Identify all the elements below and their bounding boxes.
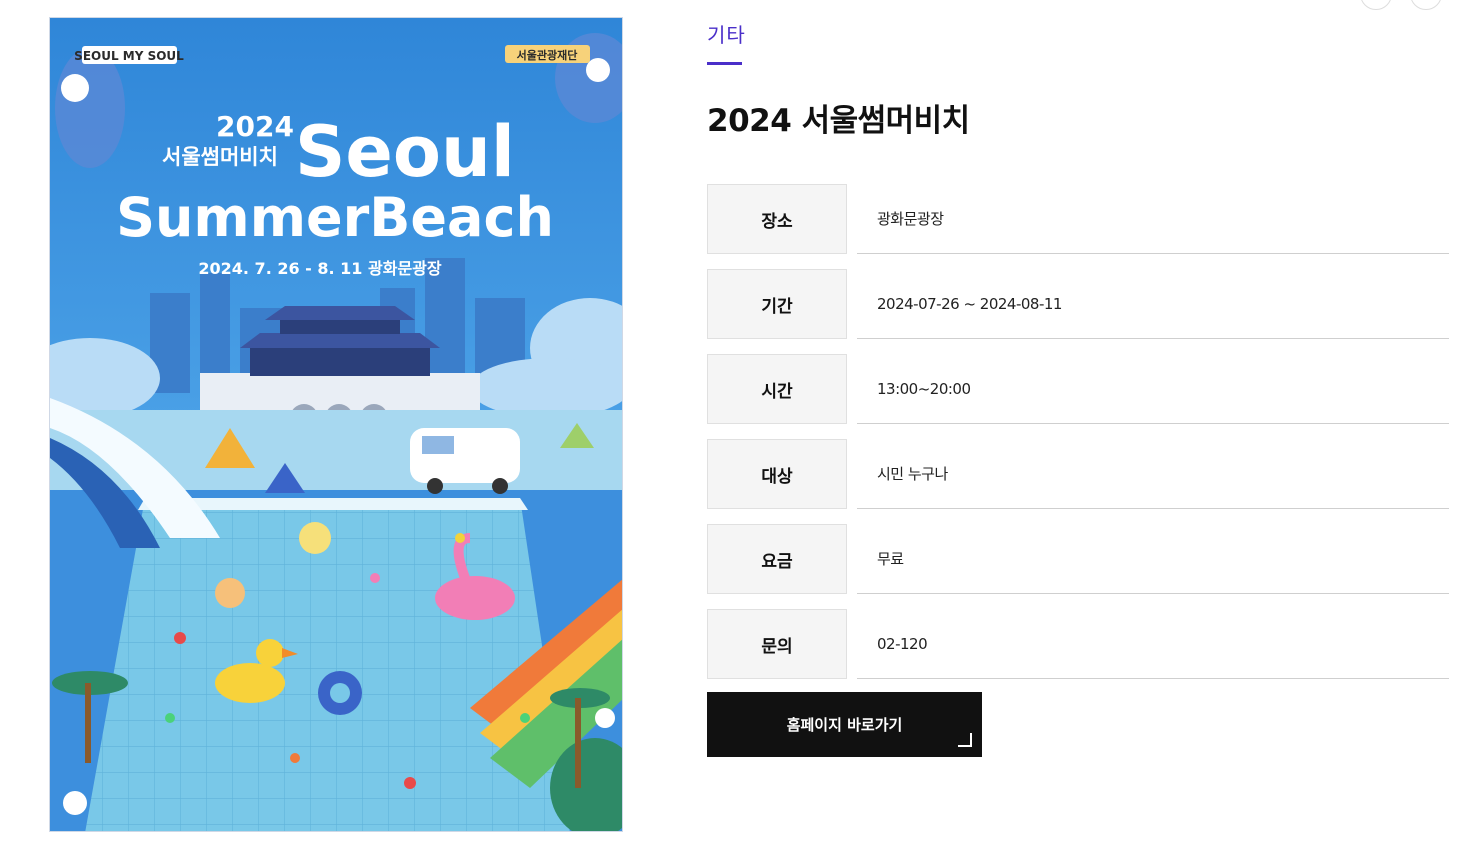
poster-title-line2: SummerBeach xyxy=(116,186,554,249)
prev-circle-button[interactable] xyxy=(1360,0,1392,10)
event-title: 2024 서울썸머비치 xyxy=(707,103,970,139)
poster-logo-right: 서울관광재단 xyxy=(517,48,578,62)
info-row-place: 장소 광화문광장 xyxy=(707,184,1449,254)
info-value: 02-120 xyxy=(857,609,1449,679)
info-label: 요금 xyxy=(707,524,847,594)
info-row-fee: 요금 무료 xyxy=(707,524,1449,594)
info-row-period: 기간 2024-07-26 ~ 2024-08-11 xyxy=(707,269,1449,339)
homepage-link-button[interactable]: 홈페이지 바로가기 xyxy=(707,692,982,757)
corner-arrow-icon xyxy=(958,733,972,747)
event-info-table: 장소 광화문광장 기간 2024-07-26 ~ 2024-08-11 시간 1… xyxy=(707,184,1449,694)
info-label: 시간 xyxy=(707,354,847,424)
info-value: 2024-07-26 ~ 2024-08-11 xyxy=(857,269,1449,339)
info-value: 광화문광장 xyxy=(857,184,1449,254)
info-value: 시민 누구나 xyxy=(857,439,1449,509)
category-underline xyxy=(707,62,742,65)
poster-title-line1: Seoul xyxy=(295,111,515,193)
info-label: 대상 xyxy=(707,439,847,509)
poster-logo-left: SEOUL MY SOUL xyxy=(74,49,184,63)
info-value: 13:00~20:00 xyxy=(857,354,1449,424)
info-label: 기간 xyxy=(707,269,847,339)
poster-dates-place: 2024. 7. 26 - 8. 11 광화문광장 xyxy=(198,259,442,278)
info-label: 장소 xyxy=(707,184,847,254)
info-row-target: 대상 시민 누구나 xyxy=(707,439,1449,509)
poster-year: 2024 xyxy=(216,110,294,143)
info-row-contact: 문의 02-120 xyxy=(707,609,1449,679)
info-value: 무료 xyxy=(857,524,1449,594)
next-circle-button[interactable] xyxy=(1410,0,1442,10)
category-tab[interactable]: 기타 xyxy=(707,19,746,48)
poster-korean-title: 서울썸머비치 xyxy=(162,145,278,169)
event-poster-image: SEOUL MY SOUL 서울관광재단 2024 서울썸머비치 Seoul S… xyxy=(49,17,623,832)
info-label: 문의 xyxy=(707,609,847,679)
homepage-button-label: 홈페이지 바로가기 xyxy=(786,716,903,734)
info-row-time: 시간 13:00~20:00 xyxy=(707,354,1449,424)
